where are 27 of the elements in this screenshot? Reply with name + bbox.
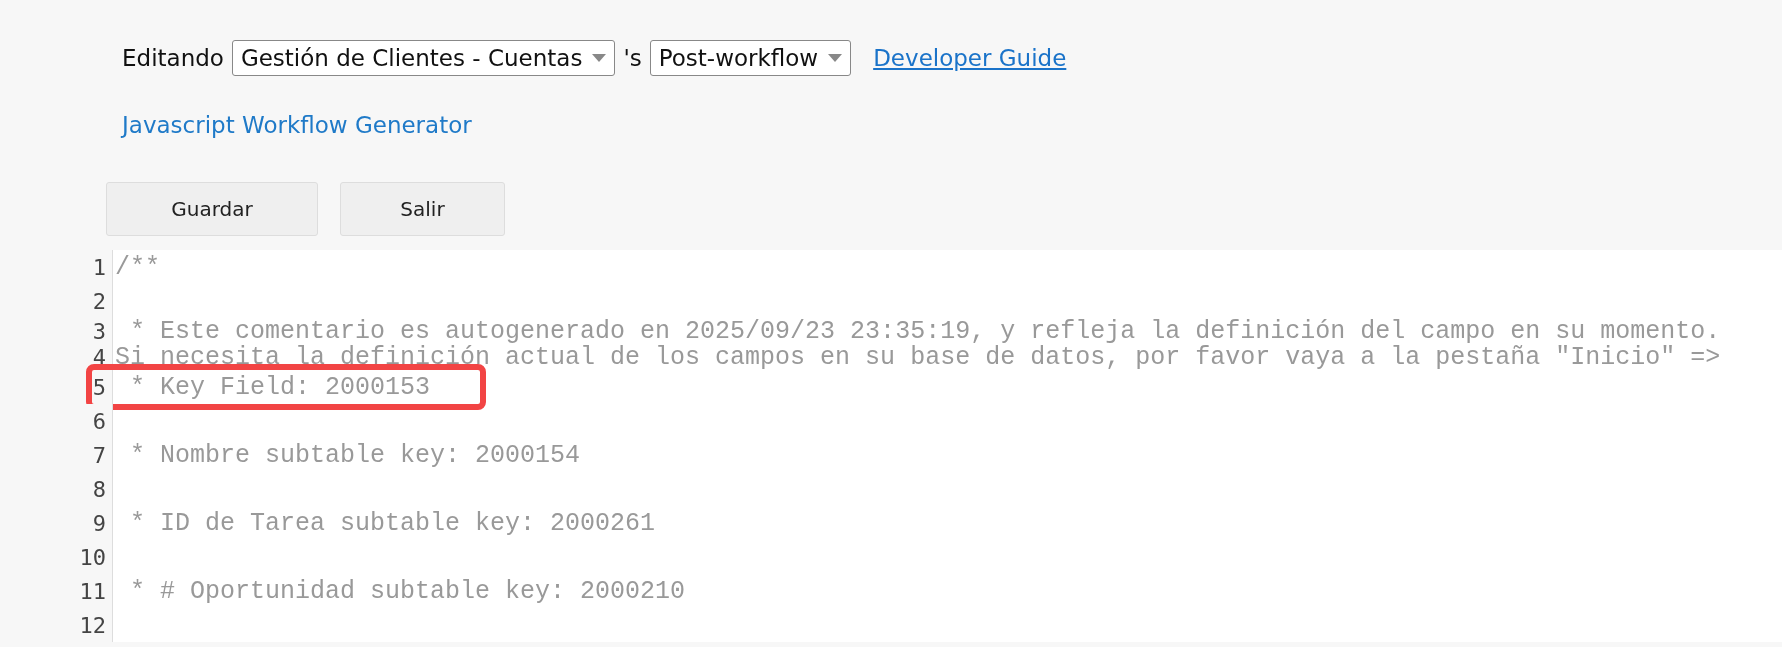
line-number: 2	[60, 284, 113, 318]
caret-icon	[828, 54, 843, 62]
line-number: 6	[60, 404, 113, 438]
editing-label: Editando	[122, 45, 224, 71]
exit-button[interactable]: Salir	[340, 182, 505, 236]
line-number: 10	[60, 540, 113, 574]
code-line: /**	[114, 252, 160, 282]
developer-guide-link[interactable]: Developer Guide	[873, 45, 1067, 71]
line-number: 7	[60, 438, 113, 472]
workflow-select[interactable]: Post-workflow	[649, 40, 852, 76]
code-line: * ID de Tarea subtable key: 2000261	[129, 508, 656, 538]
workflow-generator-link[interactable]: Javascript Workflow Generator	[122, 112, 472, 138]
line-number: 12	[60, 608, 113, 642]
line-number: 1	[60, 250, 113, 284]
code-line: * # Oportunidad subtable key: 2000210	[129, 576, 686, 606]
line-number: 4	[60, 344, 113, 370]
line-number: 11	[60, 574, 113, 608]
caret-icon	[592, 54, 607, 62]
line-number: 9	[60, 506, 113, 540]
line-number: 8	[60, 472, 113, 506]
possessive-label: 's	[623, 45, 642, 71]
form-select[interactable]: Gestión de Clientes - Cuentas	[231, 40, 616, 76]
code-line: * Nombre subtable key: 2000154	[129, 440, 581, 470]
code-line: * Key Field: 2000153	[129, 372, 431, 402]
code-editor[interactable]	[60, 250, 1782, 642]
line-number: 3	[60, 318, 113, 344]
save-button[interactable]: Guardar	[106, 182, 318, 236]
